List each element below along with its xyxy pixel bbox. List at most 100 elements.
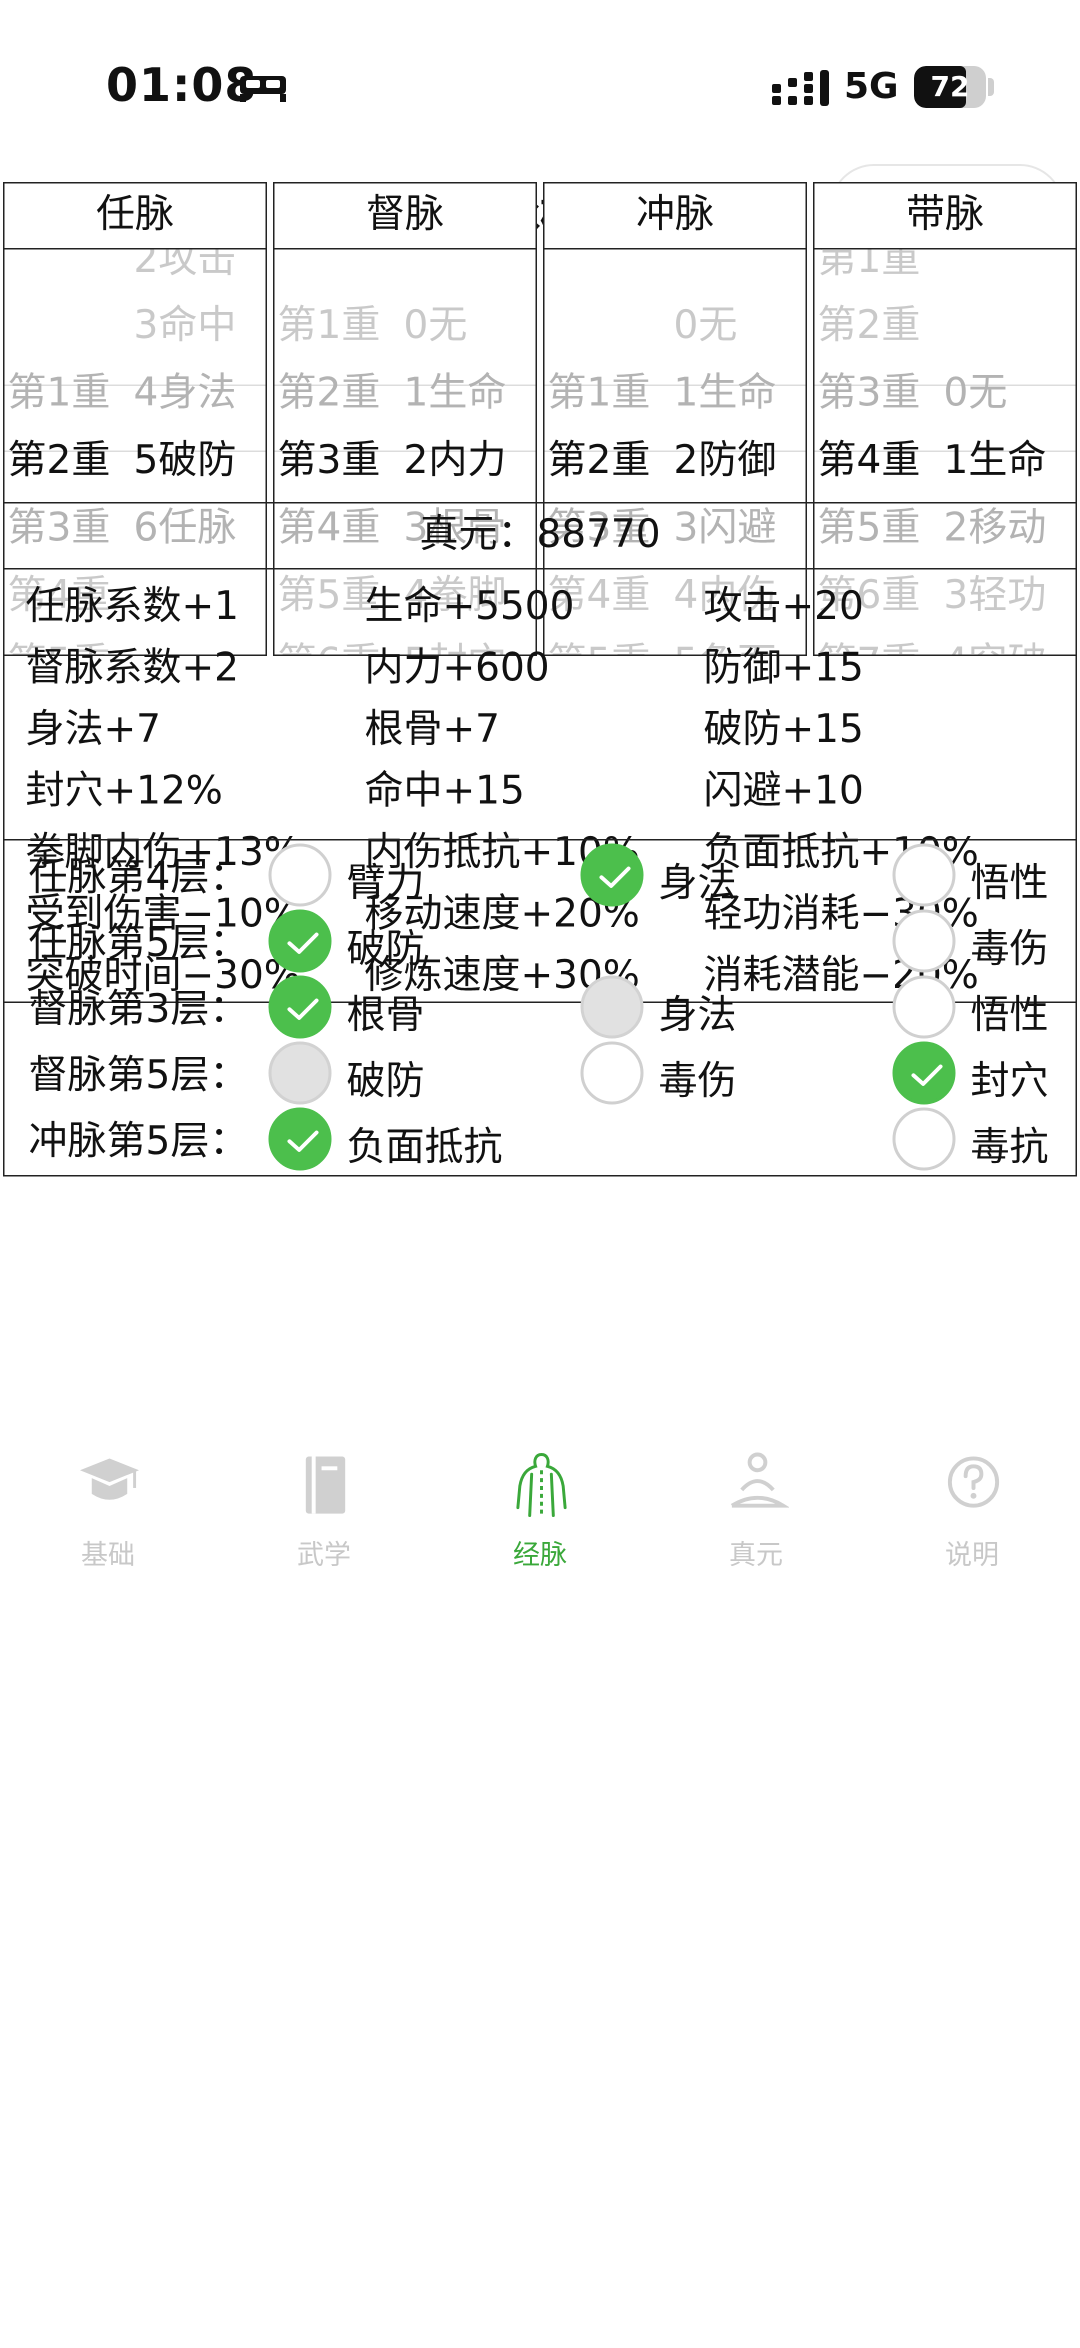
option-text: 臂力 <box>346 861 425 907</box>
stat-item: 身法+7 <box>25 707 161 753</box>
picker-header: 督脉 <box>274 184 536 250</box>
picker-level: 第4重 <box>817 438 921 484</box>
sleep-mode-icon <box>240 76 286 102</box>
picker-value: 0无 <box>403 303 468 349</box>
option-row-label: 督脉第3层： <box>28 987 249 1033</box>
picker-value: 0无 <box>943 371 1008 416</box>
radio-circle-icon[interactable] <box>268 1041 332 1105</box>
stat-item: 生命+5500 <box>364 584 575 630</box>
picker-row[interactable]: 第3重 0无 <box>815 350 1076 418</box>
checkmark-icon[interactable] <box>892 1041 956 1105</box>
picker-level: 第2重 <box>817 303 921 349</box>
checkmark-icon[interactable] <box>268 1107 332 1171</box>
picker-value: 3命中 <box>133 303 237 349</box>
picker-row[interactable]: 2攻击 <box>5 250 266 285</box>
option-text: 毒伤 <box>658 1059 737 1105</box>
picker-selected-row[interactable]: 第2重 5破防 <box>5 418 266 486</box>
tab-meditation[interactable]: 真元 <box>651 1450 861 1645</box>
option-text: 毒抗 <box>970 1125 1049 1171</box>
picker-level: 第3重 <box>817 371 921 416</box>
check-glyph <box>287 998 319 1020</box>
option-text: 毒伤 <box>970 927 1049 973</box>
option-text: 身法 <box>658 861 737 907</box>
battery-tip <box>988 78 994 96</box>
stat-item: 攻击+20 <box>703 584 864 630</box>
picker-level: 第2重 <box>7 438 111 484</box>
picker-selected-row[interactable]: 第3重 2内力 <box>275 418 536 486</box>
tab-meridian-body[interactable]: 经脉 <box>435 1450 645 1645</box>
picker-row[interactable]: 第2重 <box>815 283 1076 351</box>
picker-level: 第1重 <box>817 249 921 283</box>
picker-row[interactable]: 3命中 <box>5 283 266 351</box>
picker-row[interactable]: 0无 <box>545 283 806 351</box>
picker-value: 1生命 <box>943 438 1047 484</box>
option-row-label: 任脉第5层： <box>28 921 249 967</box>
options-panel: 任脉第4层： 臂力 身法 悟性 任脉第5层： 破防 毒伤 督脉第3层： 根骨 身法 悟性 督脉第5层：… <box>3 839 1077 1177</box>
option-text: 封穴 <box>970 1059 1049 1105</box>
option-text: 破防 <box>346 927 425 973</box>
picker-header: 带脉 <box>814 184 1076 250</box>
status-bar: 01:08 5G 72 <box>0 0 1080 150</box>
stat-item: 封穴+12% <box>25 769 223 814</box>
tab-book[interactable]: 武学 <box>219 1450 429 1645</box>
status-time: 01:08 <box>106 58 258 112</box>
stat-item: 任脉系数+1 <box>25 584 239 630</box>
picker-selected-row[interactable]: 第4重 1生命 <box>815 418 1076 486</box>
stat-item: 内力+600 <box>364 646 550 691</box>
picker-row[interactable]: 第1重 4身法 <box>5 350 266 418</box>
battery-level: 72 <box>930 70 970 103</box>
picker-value: 2攻击 <box>133 249 237 283</box>
picker-level: 第1重 <box>7 371 111 416</box>
picker-level: 第1重 <box>547 371 651 416</box>
option-text: 破防 <box>346 1059 425 1105</box>
network-type: 5G <box>844 66 899 107</box>
signal-icon <box>772 70 829 106</box>
option-text: 身法 <box>658 993 737 1039</box>
radio-circle-icon[interactable] <box>892 1107 956 1171</box>
stat-item: 闪避+10 <box>703 769 864 814</box>
picker-value: 5破防 <box>133 438 237 484</box>
option-text: 悟性 <box>970 993 1049 1039</box>
tab-bar: 基础 武学 经脉 真元 说明 <box>0 1420 1080 1638</box>
radio-circle-icon[interactable] <box>892 843 956 907</box>
check-glyph <box>911 1064 943 1086</box>
tab-label: 说明 <box>945 1540 999 1572</box>
check-glyph <box>599 866 631 888</box>
picker-level: 第3重 <box>277 438 381 484</box>
picker-level: 第1重 <box>277 303 381 349</box>
picker-row[interactable] <box>275 250 536 285</box>
picker-row[interactable]: 第1重 1生命 <box>545 350 806 418</box>
radio-circle-icon[interactable] <box>580 1041 644 1105</box>
radio-circle-icon[interactable] <box>580 975 644 1039</box>
picker-level: 第2重 <box>547 438 651 484</box>
picker-row[interactable]: 第2重 1生命 <box>275 350 536 418</box>
checkmark-icon[interactable] <box>268 975 332 1039</box>
battery-icon: 72 <box>914 66 986 108</box>
picker-value: 4身法 <box>133 371 237 416</box>
tab-label: 经脉 <box>513 1540 567 1572</box>
picker-row[interactable] <box>545 250 806 285</box>
stat-item: 命中+15 <box>364 769 525 814</box>
picker-selected-row[interactable]: 第2重 2防御 <box>545 418 806 486</box>
picker-value: 1生命 <box>673 371 777 416</box>
radio-circle-icon[interactable] <box>892 975 956 1039</box>
option-text: 悟性 <box>970 861 1049 907</box>
radio-circle-icon[interactable] <box>892 909 956 973</box>
tab-graduation-cap[interactable]: 基础 <box>3 1450 213 1645</box>
picker-row[interactable]: 第1重 0无 <box>275 283 536 351</box>
picker-value: 0无 <box>673 303 738 349</box>
check-glyph <box>287 932 319 954</box>
tab-label: 武学 <box>297 1540 351 1572</box>
zhenyuan-total: 真元：88770 <box>4 504 1076 570</box>
picker-value: 2内力 <box>403 438 507 484</box>
checkmark-icon[interactable] <box>580 843 644 907</box>
picker-header: 冲脉 <box>544 184 806 250</box>
picker-row[interactable]: 第1重 <box>815 250 1076 285</box>
checkmark-icon[interactable] <box>268 909 332 973</box>
radio-circle-icon[interactable] <box>268 843 332 907</box>
tab-question[interactable]: 说明 <box>867 1450 1077 1645</box>
tab-label: 基础 <box>81 1540 135 1572</box>
tab-label: 真元 <box>729 1540 783 1572</box>
option-row-label: 任脉第4层： <box>28 855 249 901</box>
stat-item: 防御+15 <box>703 646 864 691</box>
